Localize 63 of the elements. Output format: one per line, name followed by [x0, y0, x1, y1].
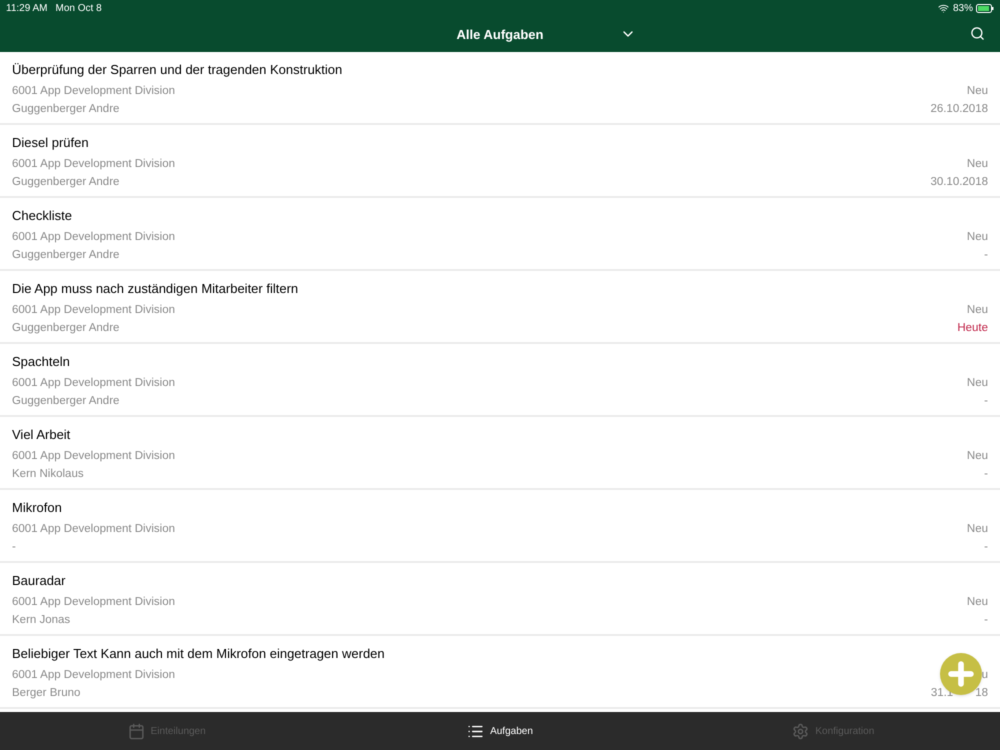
task-row[interactable]: Diesel prüfen 6001 App Development Division Neu Guggenberger Andre 30.10.2018 [0, 125, 1000, 198]
task-title: Überprüfung der Sparren und der tragenden Konstruktion [12, 62, 344, 79]
task-due-date: - [984, 394, 988, 409]
task-division: 6001 App Development Division [12, 522, 176, 537]
task-due-date: 26.10.2018 [930, 102, 988, 117]
task-assignee: - [12, 540, 16, 555]
task-assignee: Guggenberger Andre [12, 248, 120, 263]
task-division: 6001 App Development Division [12, 84, 176, 99]
task-division: 6001 App Development Division [12, 449, 176, 464]
task-division: 6001 App Development Division [12, 376, 176, 391]
task-title: Spachteln [12, 354, 71, 371]
wifi-icon [938, 3, 949, 14]
task-title: Beliebiger Text Kann auch mit dem Mikrofon eingetragen werden [12, 646, 386, 663]
task-status: Neu [966, 84, 988, 99]
task-assignee: Guggenberger Andre [12, 394, 120, 409]
task-division: 6001 App Development Division [12, 230, 176, 245]
task-division: 6001 App Development Division [12, 595, 176, 610]
task-due-date: - [984, 613, 988, 628]
task-assignee: Guggenberger Andre [12, 321, 120, 336]
task-row[interactable]: Mikrofon 6001 App Development Division Neu - - [0, 490, 1000, 563]
task-due-date: - [984, 467, 988, 482]
task-title: Diesel prüfen [12, 135, 90, 152]
task-title: Viel Arbeit [12, 427, 72, 444]
task-division: 6001 App Development Division [12, 303, 176, 318]
header-title[interactable]: Alle Aufgaben [456, 24, 544, 44]
task-status: Neu [966, 522, 988, 537]
task-assignee: Kern Jonas [12, 613, 70, 628]
task-division: 6001 App Development Division [12, 668, 176, 683]
task-status: Neu [966, 376, 988, 391]
calendar-icon [128, 722, 145, 740]
task-due-date: Heute [957, 321, 988, 336]
task-division: 6001 App Development Division [12, 157, 176, 172]
task-status: Neu [966, 595, 988, 610]
task-title: Checkliste [12, 208, 73, 225]
task-row[interactable]: Überprüfung der Sparren und der tragenden Konstruktion 6001 App Development Division Neu Guggenberger Andre 26.10.2018 [0, 52, 1000, 125]
task-due-date: 30.10.2018 [930, 175, 988, 190]
task-status: Neu [966, 157, 988, 172]
task-due-date: - [984, 248, 988, 263]
task-due-date: - [984, 540, 988, 555]
task-row[interactable]: Spachteln 6001 App Development Division Neu Guggenberger Andre - [0, 344, 1000, 417]
gear-icon [792, 722, 810, 740]
task-assignee: Berger Bruno [12, 686, 80, 701]
status-date: Mon Oct 8 [56, 2, 102, 16]
task-status: Neu [966, 230, 988, 245]
task-row[interactable]: Die App muss nach zuständigen Mitarbeiter filtern 6001 App Development Division Neu Guggenberger Andre Heute [0, 271, 1000, 344]
status-time: 11:29 AM [6, 2, 48, 16]
task-status: u [982, 668, 988, 683]
task-row[interactable]: Checkliste 6001 App Development Division Neu Guggenberger Andre - [0, 198, 1000, 271]
task-title: Die App muss nach zuständigen Mitarbeiter filtern [12, 281, 300, 298]
task-status: Neu [966, 303, 988, 318]
task-due-date-end: 18 [975, 686, 988, 701]
tab-item[interactable]: Aufgaben [333, 712, 667, 750]
task-title: Bauradar [12, 573, 66, 590]
task-row[interactable]: Bauradar 6001 App Development Division Neu Kern Jonas - [0, 563, 1000, 636]
task-row[interactable]: Viel Arbeit 6001 App Development Division Neu Kern Nikolaus - [0, 417, 1000, 490]
task-title: Mikrofon [12, 500, 63, 517]
battery-icon [976, 4, 994, 13]
task-assignee: Guggenberger Andre [12, 175, 120, 190]
search-icon[interactable] [970, 26, 985, 41]
battery-level: 83% [952, 2, 973, 16]
task-status: Neu [966, 449, 988, 464]
task-assignee: Kern Nikolaus [12, 467, 84, 482]
task-assignee: Guggenberger Andre [12, 102, 120, 117]
